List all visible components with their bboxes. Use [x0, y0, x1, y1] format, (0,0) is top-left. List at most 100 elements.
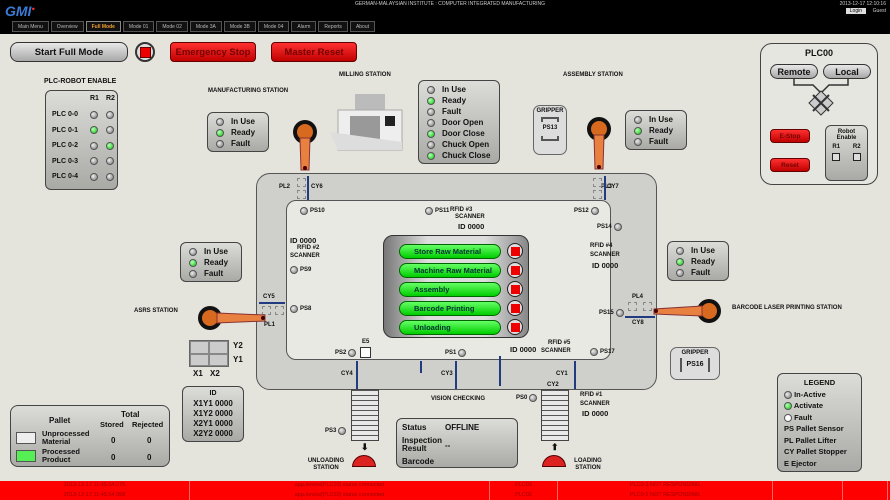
- tab-mode-01[interactable]: Mode 01: [122, 21, 155, 32]
- process-store-raw-material-button[interactable]: Store Raw Material: [399, 243, 501, 259]
- r2-status-led: [106, 110, 114, 119]
- asrs-id-value: X1Y2 0000: [193, 409, 233, 418]
- loading-station-label: LOADING STATION: [574, 458, 602, 471]
- tab-alarm[interactable]: Alarm: [291, 21, 317, 32]
- alarm-row[interactable]: 2013-12-17 11:45:54:368 app.device[PLC02]…: [0, 490, 890, 500]
- milling-status-panel: In Use Ready Fault Door Open Door Close Chuck…: [418, 80, 500, 164]
- status-led: [634, 115, 642, 124]
- process-stop-indicator: [507, 262, 523, 278]
- status-in-use: In Use: [181, 246, 241, 257]
- tab-main-menu[interactable]: Main Menu: [12, 21, 49, 32]
- process-panel: Store Raw Material Machine Raw Material As…: [383, 235, 529, 338]
- barcode-status-panel: In Use Ready Fault: [667, 241, 729, 281]
- r1-checkbox[interactable]: [832, 153, 841, 161]
- alarm-msg: app.device[PLC03] status connected: [190, 481, 490, 491]
- tab-mode-3a[interactable]: Mode 3A: [189, 21, 222, 32]
- rfid2-id: ID 0000: [290, 236, 317, 245]
- alarm-cell: [773, 490, 843, 500]
- alarm-plc: PLC02: [490, 490, 558, 500]
- r1-status-led: [90, 110, 98, 119]
- alarm-time: 2013-12-17 11:45:54:375: [0, 481, 190, 491]
- rfid2-scanner-label: SCANNER: [290, 253, 320, 259]
- barcode-robot-icon: [653, 299, 721, 323]
- stopper-line: [455, 361, 457, 389]
- status-led: [427, 96, 435, 105]
- status-led: [189, 269, 197, 278]
- ps9-sensor: PS9: [290, 266, 311, 274]
- status-led: [427, 85, 435, 94]
- master-reset-button[interactable]: Master Reset: [271, 42, 357, 62]
- remote-button[interactable]: Remote: [770, 64, 818, 79]
- local-button[interactable]: Local: [823, 64, 871, 79]
- y1-label: Y1: [233, 355, 243, 364]
- status-ready: Ready: [668, 256, 728, 267]
- ejector-icon: [360, 347, 371, 358]
- e5-label: E5: [362, 339, 370, 345]
- tab-mode-3b[interactable]: Mode 3B: [223, 21, 256, 32]
- milling-machine-image: [330, 94, 403, 151]
- process-row: Store Raw Material: [399, 243, 528, 259]
- tab-mode-04[interactable]: Mode 04: [257, 21, 290, 32]
- tab-full-mode[interactable]: Full Mode: [85, 21, 121, 32]
- asrs-id-value: X2Y2 0000: [193, 429, 233, 438]
- status-led: [634, 126, 642, 135]
- plc00-panel: PLC00 Remote Local E-Stop Reset Robot En…: [760, 43, 878, 185]
- manufacturing-robot-icon: [293, 120, 317, 171]
- status-led: [427, 140, 435, 149]
- unprocessed-icon: [16, 432, 36, 444]
- alarm-time: 2013-12-17 11:45:54:368: [0, 490, 190, 500]
- emergency-stop-button[interactable]: Emergency Stop: [170, 42, 256, 62]
- plc-robot-row: PLC 0-2: [52, 138, 117, 154]
- status-fault: Fault: [668, 267, 728, 278]
- ps0-sensor: PS0: [516, 394, 538, 402]
- rfid3-scanner-label: SCANNER: [455, 214, 485, 220]
- r1-status-led: [90, 126, 98, 135]
- plc00-estop-button[interactable]: E-Stop: [770, 129, 810, 143]
- process-barcode-printing-button[interactable]: Barcode Printing: [399, 300, 501, 316]
- pl4-label: PL4: [632, 294, 644, 300]
- status-in-use: In Use: [626, 114, 686, 125]
- sensor-led: [590, 207, 599, 215]
- asrs-id-value: X1Y1 0000: [193, 399, 233, 408]
- r1-status-led: [90, 157, 98, 166]
- rfid2-label: RFID #2: [297, 245, 320, 251]
- sensor-led: [590, 348, 598, 356]
- tab-about[interactable]: About: [349, 21, 376, 32]
- vision-status-panel: Status OFFLINE Inspection Result -- Barc…: [396, 418, 518, 468]
- ps11-sensor: PS11: [425, 207, 449, 215]
- cy3-label: CY3: [441, 371, 453, 377]
- stopper-line: [307, 176, 309, 200]
- unloading-station-label: UNLOADING STATION: [307, 458, 345, 471]
- ps15-sensor: PS15: [599, 309, 624, 317]
- process-assembly-button[interactable]: Assembly: [399, 281, 501, 297]
- plc00-reset-button[interactable]: Reset: [770, 158, 810, 172]
- start-full-mode-button[interactable]: Start Full Mode: [10, 42, 128, 62]
- tab-overview[interactable]: Overview: [50, 21, 84, 32]
- legend-panel: LEGEND In-Active Activate Fault PS Palle…: [777, 373, 862, 472]
- stopper-line: [604, 176, 606, 200]
- rfid4-label: RFID #4: [590, 243, 613, 249]
- alarm-row[interactable]: 2013-12-17 11:45:54:375 app.device[PLC03]…: [0, 481, 890, 491]
- ps17-sensor: PS17: [590, 348, 615, 356]
- process-unloading-button[interactable]: Unloading: [399, 319, 501, 335]
- r2-checkbox[interactable]: [852, 153, 861, 161]
- user-name: Guest: [872, 8, 886, 14]
- sensor-led: [290, 305, 298, 313]
- status-fault: Fault: [626, 136, 686, 147]
- status-chuck-close: Chuck Close: [419, 150, 499, 161]
- gmi-logo: GMI●: [5, 3, 36, 19]
- manufacturing-station-label: MANUFACTURING STATION: [208, 88, 289, 94]
- process-machine-raw-material-button[interactable]: Machine Raw Material: [399, 262, 501, 278]
- alarm-status: PLC0-2 NOT RESPONDING: [558, 490, 773, 500]
- tab-reports[interactable]: Reports: [318, 21, 348, 32]
- alarm-cell: [773, 481, 843, 491]
- down-arrow-icon: ⬇: [361, 442, 369, 452]
- plc-robot-row: PLC 0-0: [52, 107, 117, 123]
- process-stop-indicator: [507, 243, 523, 259]
- cy4-label: CY4: [341, 371, 353, 377]
- tab-mode-02[interactable]: Mode 02: [156, 21, 188, 32]
- plc00-title: PLC00: [804, 48, 833, 58]
- status-led: [676, 268, 684, 277]
- vision-status-value: OFFLINE: [445, 423, 480, 432]
- login-button[interactable]: Login: [845, 8, 866, 14]
